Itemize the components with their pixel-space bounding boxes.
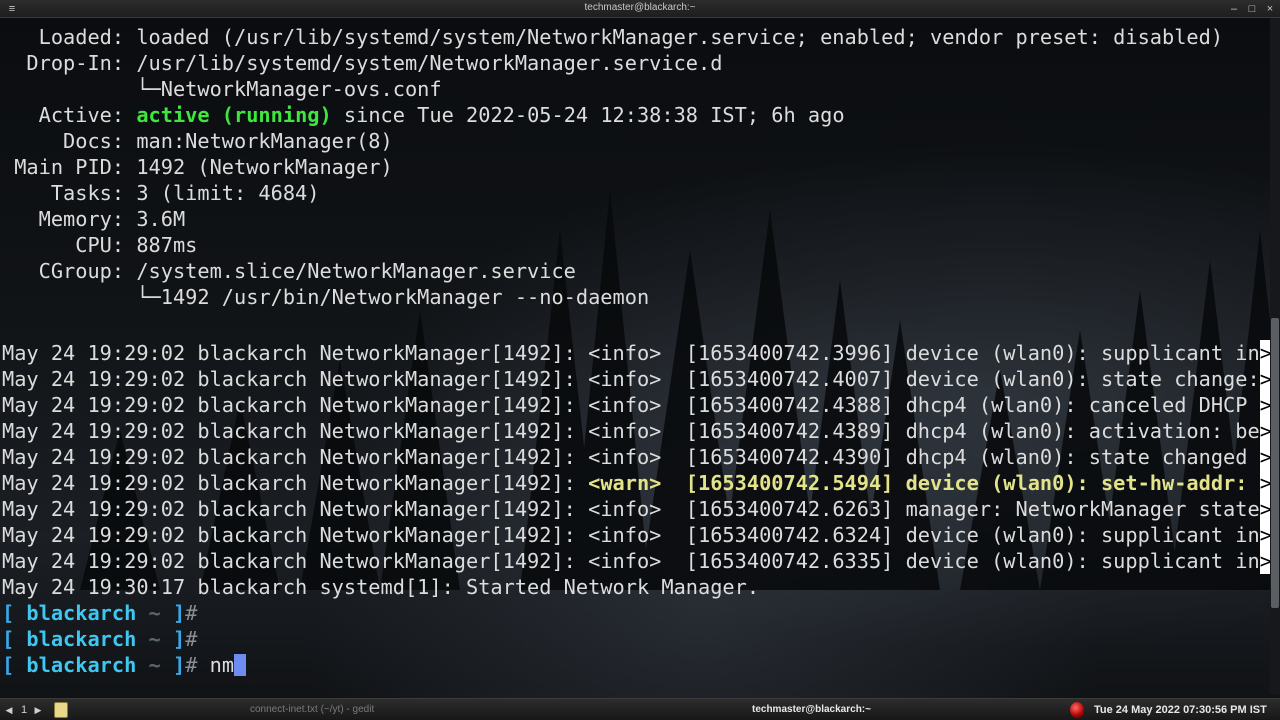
log-prefix: May 24 19:29:02 blackarch NetworkManager… <box>2 341 589 365</box>
prompt-line-current[interactable]: [ blackarch ~ ]# nm <box>2 652 247 678</box>
scrollbar-thumb[interactable] <box>1271 318 1279 608</box>
log-line: May 24 19:29:02 blackarch NetworkManager… <box>2 470 1270 496</box>
status-docs-line: Docs: man:NetworkManager(8) <box>2 129 393 153</box>
log-prefix: May 24 19:29:02 blackarch NetworkManager… <box>2 549 589 573</box>
log-level: <warn> <box>588 471 674 495</box>
log-text: [1653400742.6263] manager: NetworkManage… <box>673 497 1260 521</box>
text-cursor <box>234 654 247 676</box>
log-line: May 24 19:29:02 blackarch NetworkManager… <box>2 522 1270 548</box>
log-prefix: May 24 19:29:02 blackarch NetworkManager… <box>2 471 589 495</box>
log-level: <info> <box>588 419 674 443</box>
status-cgroup-sub-line: └─1492 /usr/bin/NetworkManager --no-daem… <box>2 285 650 309</box>
log-line: May 24 19:29:02 blackarch NetworkManager… <box>2 548 1270 574</box>
log-level: <info> <box>588 393 674 417</box>
taskbar-item-terminal[interactable]: techmaster@blackarch:~ <box>752 702 871 718</box>
started-line: May 24 19:30:17 blackarch systemd[1]: St… <box>2 575 760 599</box>
maximize-icon[interactable]: □ <box>1244 1 1260 17</box>
status-cgroup-line: CGroup: /system.slice/NetworkManager.ser… <box>2 259 576 283</box>
truncation-marker: > <box>1259 444 1270 470</box>
active-state: active (running) <box>136 103 332 127</box>
window-title: techmaster@blackarch:~ <box>584 2 696 13</box>
log-line: May 24 19:29:02 blackarch NetworkManager… <box>2 392 1270 418</box>
terminal-scrollbar[interactable] <box>1270 18 1280 694</box>
log-prefix: May 24 19:29:02 blackarch NetworkManager… <box>2 419 589 443</box>
log-message: <warn> [1653400742.5494] device (wlan0):… <box>588 471 1260 495</box>
prompt-line-2: [ blackarch ~ ]# <box>2 627 198 651</box>
log-message: <info> [1653400742.4388] dhcp4 (wlan0): … <box>588 393 1260 417</box>
log-text: [1653400742.6335] device (wlan0): suppli… <box>673 549 1260 573</box>
truncation-marker: > <box>1259 340 1270 366</box>
prompt-line-1: [ blackarch ~ ]# <box>2 601 198 625</box>
clock: Tue 24 May 2022 07:30:56 PM IST <box>1094 704 1267 716</box>
status-dropin-line: Drop-In: /usr/lib/systemd/system/Network… <box>2 51 723 75</box>
record-icon[interactable] <box>1070 702 1084 718</box>
log-prefix: May 24 19:29:02 blackarch NetworkManager… <box>2 523 589 547</box>
terminal-output[interactable]: Loaded: loaded (/usr/lib/systemd/system/… <box>0 22 1270 690</box>
status-memory-line: Memory: 3.6M <box>2 207 186 231</box>
log-message: <info> [1653400742.6324] device (wlan0):… <box>588 523 1260 547</box>
workspace-number[interactable]: 1 <box>19 702 29 718</box>
truncation-marker: > <box>1259 470 1270 496</box>
workspace-next-icon[interactable]: ▶ <box>33 702 43 718</box>
log-line: May 24 19:29:02 blackarch NetworkManager… <box>2 418 1270 444</box>
log-text: [1653400742.4389] dhcp4 (wlan0): activat… <box>673 419 1260 443</box>
log-message: <info> [1653400742.4390] dhcp4 (wlan0): … <box>588 445 1260 469</box>
log-prefix: May 24 19:29:02 blackarch NetworkManager… <box>2 367 589 391</box>
truncation-marker: > <box>1259 366 1270 392</box>
log-line: May 24 19:29:02 blackarch NetworkManager… <box>2 444 1270 470</box>
taskbar: ◀ 1 ▶ connect-inet.txt (~/yt) - gedit te… <box>0 698 1280 720</box>
log-level: <info> <box>588 523 674 547</box>
status-active-line: Active: active (running) since Tue 2022-… <box>2 103 845 127</box>
log-prefix: May 24 19:29:02 blackarch NetworkManager… <box>2 393 589 417</box>
log-prefix: May 24 19:29:02 blackarch NetworkManager… <box>2 445 589 469</box>
log-message: <info> [1653400742.4007] device (wlan0):… <box>588 367 1260 391</box>
truncation-marker: > <box>1259 392 1270 418</box>
log-message: <info> [1653400742.6263] manager: Networ… <box>588 497 1260 521</box>
status-loaded-line: Loaded: loaded (/usr/lib/systemd/system/… <box>2 25 1224 49</box>
log-text: [1653400742.5494] device (wlan0): set-hw… <box>673 471 1260 495</box>
command-input[interactable]: nm <box>197 653 234 677</box>
truncation-marker: > <box>1259 548 1270 574</box>
log-level: <info> <box>588 549 674 573</box>
desktop: ≡ techmaster@blackarch:~ – □ × Loaded: l… <box>0 0 1280 720</box>
log-text: [1653400742.3996] device (wlan0): suppli… <box>673 341 1260 365</box>
truncation-marker: > <box>1259 522 1270 548</box>
log-prefix: May 24 19:29:02 blackarch NetworkManager… <box>2 497 589 521</box>
log-text: [1653400742.6324] device (wlan0): suppli… <box>673 523 1260 547</box>
truncation-marker: > <box>1259 496 1270 522</box>
log-message: <info> [1653400742.3996] device (wlan0):… <box>588 341 1260 365</box>
status-mainpid-line: Main PID: 1492 (NetworkManager) <box>2 155 393 179</box>
log-message: <info> [1653400742.6335] device (wlan0):… <box>588 549 1260 573</box>
minimize-icon[interactable]: – <box>1226 1 1242 17</box>
gedit-icon[interactable] <box>54 702 68 718</box>
truncation-marker: > <box>1259 418 1270 444</box>
close-icon[interactable]: × <box>1262 1 1278 17</box>
log-level: <info> <box>588 445 674 469</box>
log-line: May 24 19:29:02 blackarch NetworkManager… <box>2 496 1270 522</box>
log-line: May 24 19:29:02 blackarch NetworkManager… <box>2 340 1270 366</box>
taskbar-item-gedit[interactable]: connect-inet.txt (~/yt) - gedit <box>250 702 374 718</box>
log-level: <info> <box>588 497 674 521</box>
status-dropin-sub-line: └─NetworkManager-ovs.conf <box>2 77 442 101</box>
window-titlebar: ≡ techmaster@blackarch:~ – □ × <box>0 0 1280 18</box>
log-text: [1653400742.4388] dhcp4 (wlan0): cancele… <box>673 393 1260 417</box>
log-level: <info> <box>588 341 674 365</box>
log-level: <info> <box>588 367 674 391</box>
log-text: [1653400742.4007] device (wlan0): state … <box>673 367 1260 391</box>
log-text: [1653400742.4390] dhcp4 (wlan0): state c… <box>673 445 1260 469</box>
status-tasks-line: Tasks: 3 (limit: 4684) <box>2 181 320 205</box>
log-line: May 24 19:29:02 blackarch NetworkManager… <box>2 366 1270 392</box>
log-message: <info> [1653400742.4389] dhcp4 (wlan0): … <box>588 419 1260 443</box>
workspace-prev-icon[interactable]: ◀ <box>4 702 14 718</box>
status-cpu-line: CPU: 887ms <box>2 233 198 257</box>
